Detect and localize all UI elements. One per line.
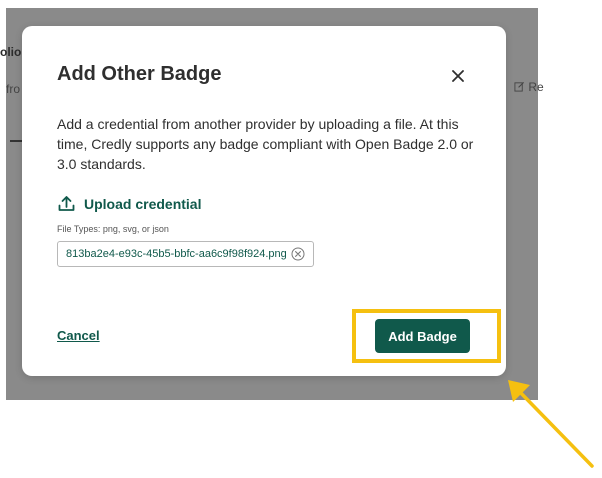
- close-button[interactable]: [448, 66, 468, 86]
- upload-credential-label: Upload credential: [84, 195, 202, 212]
- remove-file-button[interactable]: [291, 247, 305, 261]
- dialog-description: Add a credential from another provider b…: [57, 116, 474, 172]
- uploaded-file-chip: 813ba2e4-e93c-45b5-bbfc-aa6c9f98f924.png: [57, 241, 314, 267]
- background-text-fragment: Re: [528, 80, 544, 94]
- background-edit-link: Re: [514, 80, 544, 94]
- background-text-fragment: olio: [0, 45, 22, 59]
- background-text-fragment: fro: [6, 82, 21, 96]
- screenshot-canvas: olio fro Re Add Other Badge Add a creden…: [0, 0, 602, 478]
- file-types-hint: File Types: png, svg, or json: [57, 224, 169, 234]
- uploaded-file-name: 813ba2e4-e93c-45b5-bbfc-aa6c9f98f924.png: [66, 248, 287, 260]
- edit-icon: [514, 81, 525, 92]
- upload-icon: [58, 196, 75, 211]
- cancel-button[interactable]: Cancel: [57, 328, 100, 343]
- add-badge-button[interactable]: Add Badge: [375, 319, 470, 353]
- close-icon: [452, 70, 464, 82]
- dialog-title: Add Other Badge: [57, 63, 222, 85]
- upload-credential-button[interactable]: Upload credential: [58, 195, 201, 212]
- remove-file-icon: [291, 247, 305, 261]
